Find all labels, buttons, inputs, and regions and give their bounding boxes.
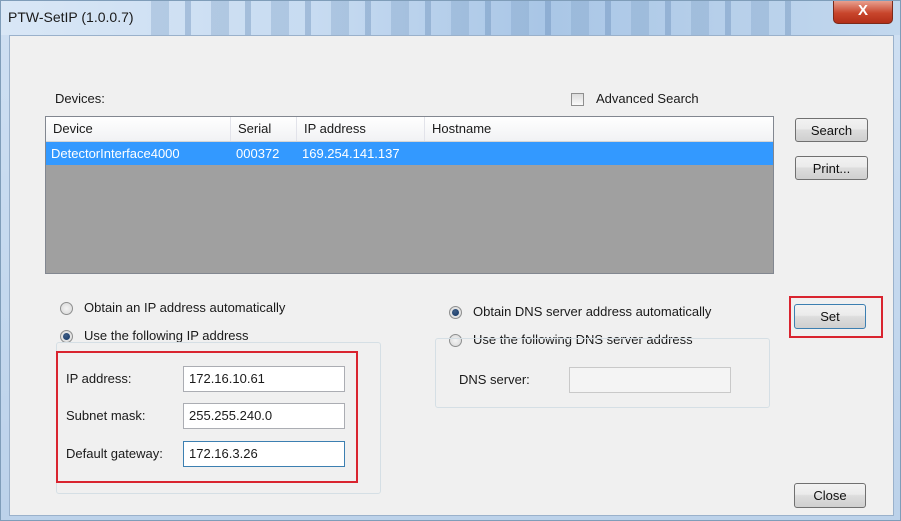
window-close-button[interactable]: X <box>833 1 893 24</box>
set-button[interactable]: Set <box>794 304 866 329</box>
column-device[interactable]: Device <box>46 117 231 141</box>
ip-address-cell: 169.254.141.137 <box>302 146 400 161</box>
subnet-mask-field[interactable]: 255.255.240.0 <box>183 403 345 429</box>
obtain-dns-auto-radio[interactable] <box>449 306 462 319</box>
table-row[interactable]: DetectorInterface4000 000372 169.254.141… <box>46 142 773 165</box>
column-serial[interactable]: Serial <box>231 117 297 141</box>
use-following-ip-label[interactable]: Use the following IP address <box>84 328 249 343</box>
window-title: PTW-SetIP (1.0.0.7) <box>8 9 134 25</box>
dns-server-field <box>569 367 731 393</box>
title-bar[interactable]: PTW-SetIP (1.0.0.7) X <box>1 1 900 35</box>
default-gateway-label: Default gateway: <box>66 446 163 461</box>
devices-list-header: Device Serial IP address Hostname <box>46 117 773 142</box>
advanced-search-label[interactable]: Advanced Search <box>596 91 699 106</box>
ip-address-field[interactable]: 172.16.10.61 <box>183 366 345 392</box>
devices-list[interactable]: Device Serial IP address Hostname Detect… <box>45 116 774 274</box>
ip-address-label: IP address: <box>66 371 132 386</box>
default-gateway-field[interactable]: 172.16.3.26 <box>183 441 345 467</box>
devices-label: Devices: <box>55 91 105 106</box>
column-ip-address[interactable]: IP address <box>297 117 425 141</box>
setip-window: PTW-SetIP (1.0.0.7) X Devices: Advanced … <box>0 0 901 521</box>
close-icon: X <box>857 2 868 19</box>
hostname-cell <box>425 142 773 165</box>
advanced-search-checkbox[interactable] <box>571 93 584 106</box>
column-hostname[interactable]: Hostname <box>425 117 773 141</box>
subnet-mask-label: Subnet mask: <box>66 408 146 423</box>
close-button[interactable]: Close <box>794 483 866 508</box>
serial-cell: 000372 <box>236 146 280 161</box>
device-cell: DetectorInterface4000 <box>51 146 180 161</box>
obtain-ip-auto-label[interactable]: Obtain an IP address automatically <box>84 300 285 315</box>
print-button[interactable]: Print... <box>795 156 868 180</box>
dns-server-label: DNS server: <box>459 372 530 387</box>
search-button[interactable]: Search <box>795 118 868 142</box>
dialog-body: Devices: Advanced Search Device Serial I… <box>9 35 894 516</box>
obtain-ip-auto-radio[interactable] <box>60 302 73 315</box>
obtain-dns-auto-label[interactable]: Obtain DNS server address automatically <box>473 304 711 319</box>
title-bar-background <box>151 1 791 35</box>
